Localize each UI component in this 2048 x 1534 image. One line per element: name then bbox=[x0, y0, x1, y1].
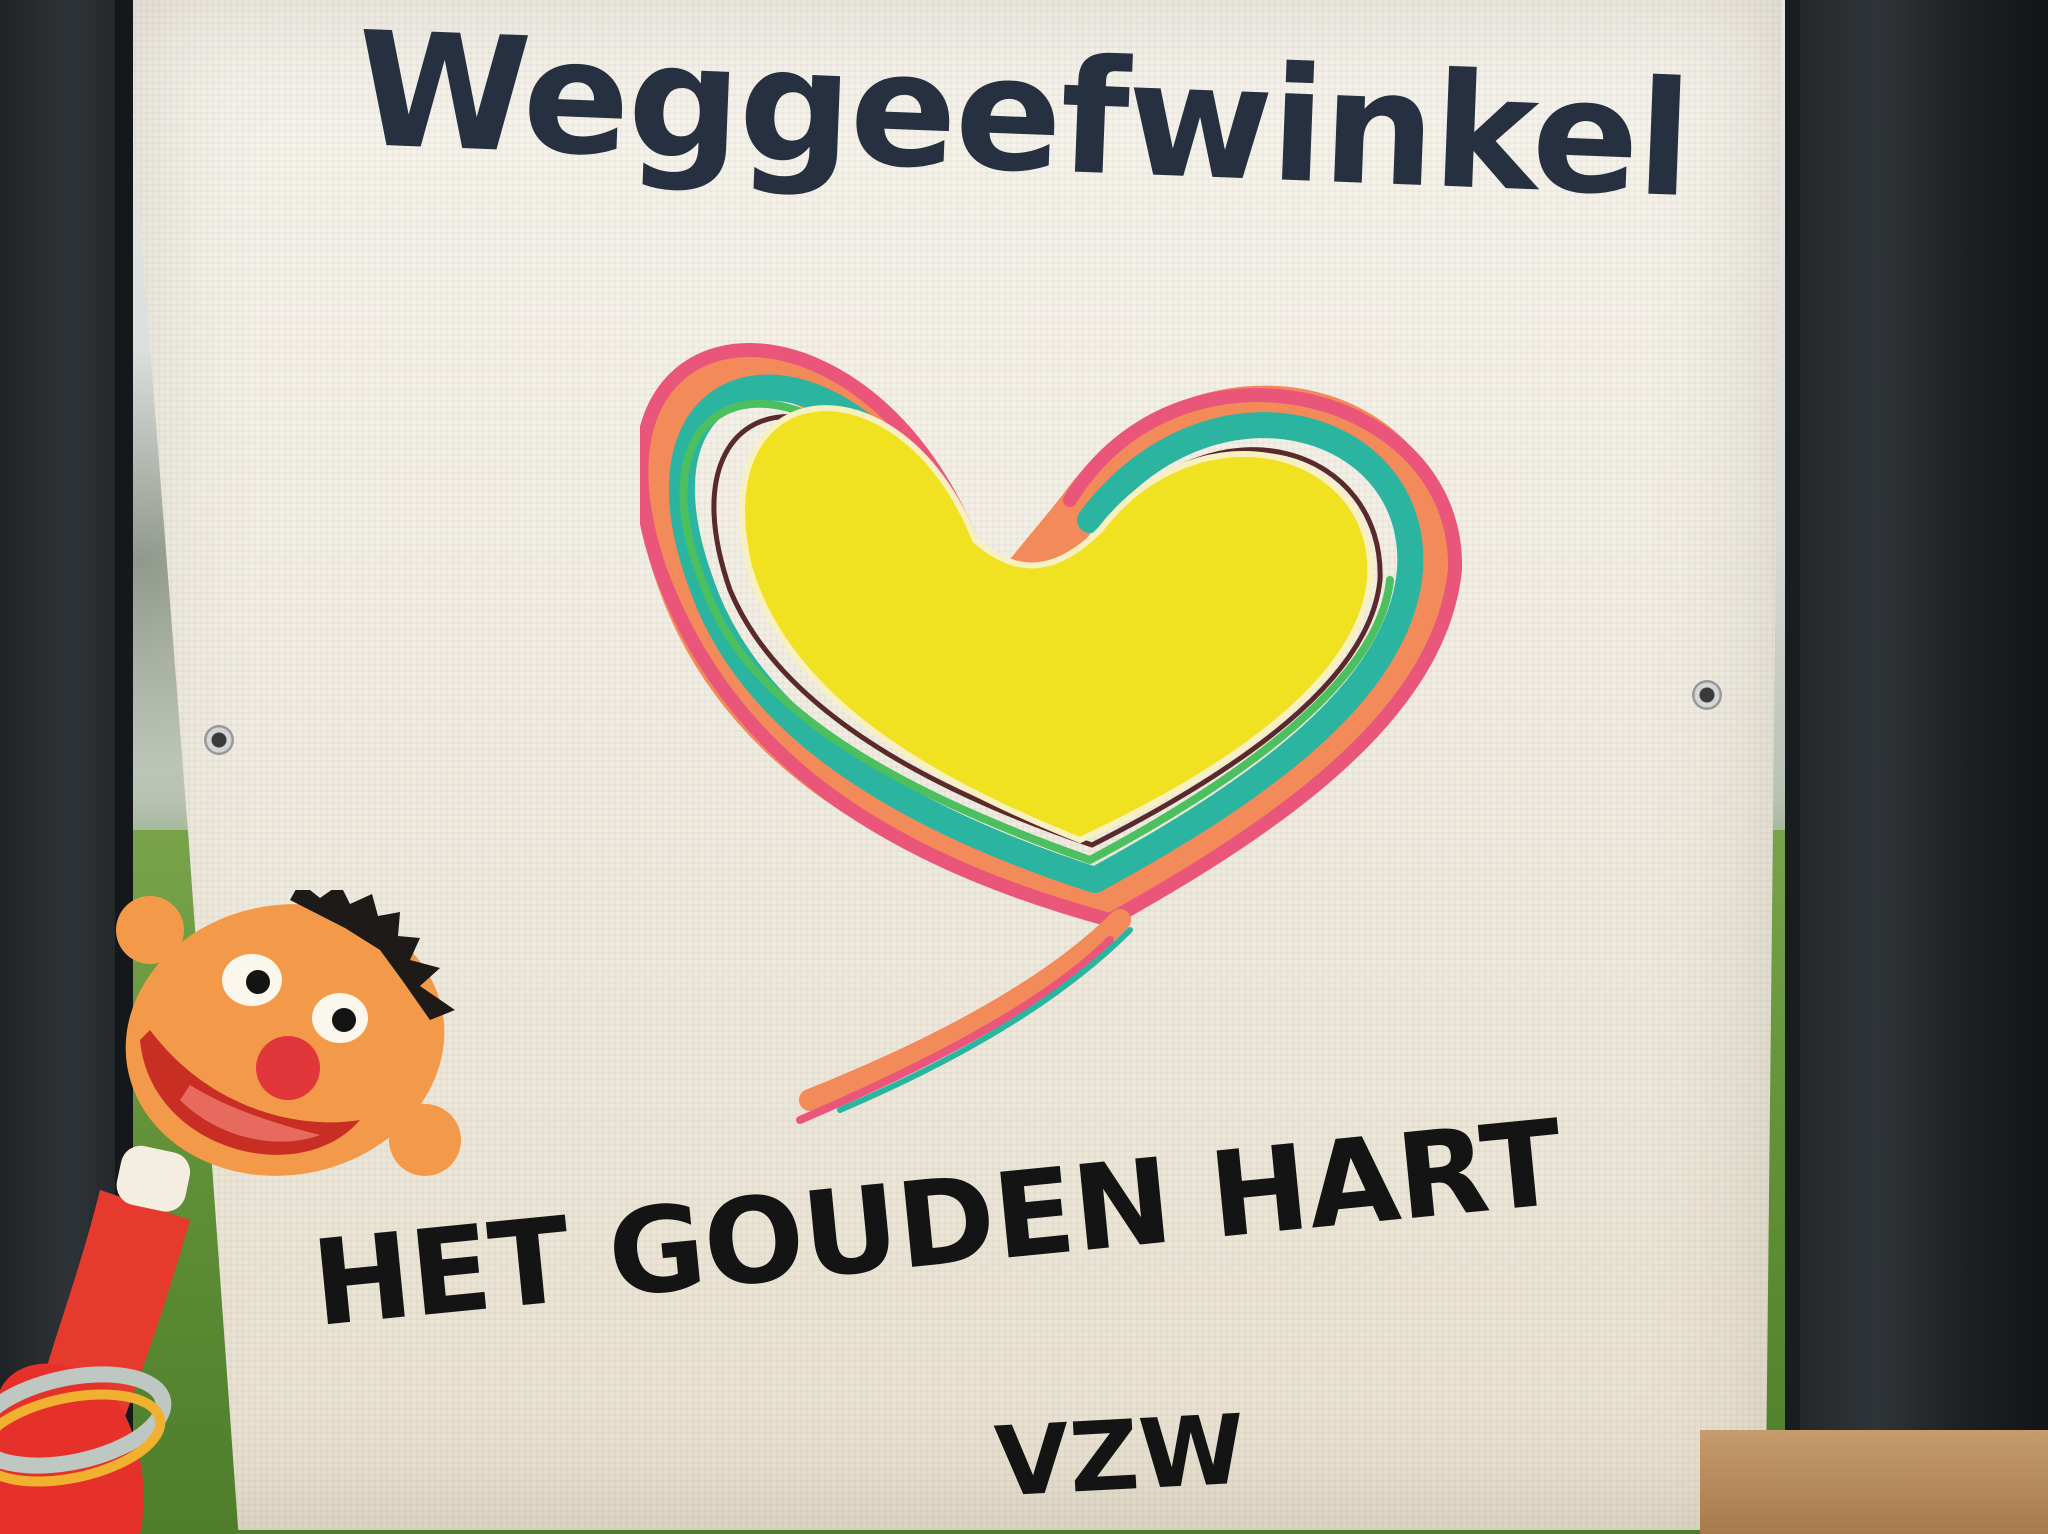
banner-grommet-right bbox=[1692, 680, 1722, 710]
banner-grommet-left bbox=[204, 725, 234, 755]
organization-type: VZW bbox=[992, 1393, 1248, 1519]
wooden-floor bbox=[1700, 1430, 2048, 1534]
ernie-puppet bbox=[0, 890, 461, 1534]
golden-heart-icon bbox=[640, 343, 1463, 1124]
photo-scene: Weggeefwinkel HET GOUDEN HART VZW bbox=[0, 0, 2048, 1534]
puppet-nose bbox=[256, 1036, 320, 1100]
puppet-pupil-left bbox=[246, 970, 270, 994]
heart-tail-stroke bbox=[799, 909, 1131, 1111]
puppet-pupil-right bbox=[332, 1008, 356, 1032]
dark-pillar bbox=[1800, 0, 2048, 1534]
